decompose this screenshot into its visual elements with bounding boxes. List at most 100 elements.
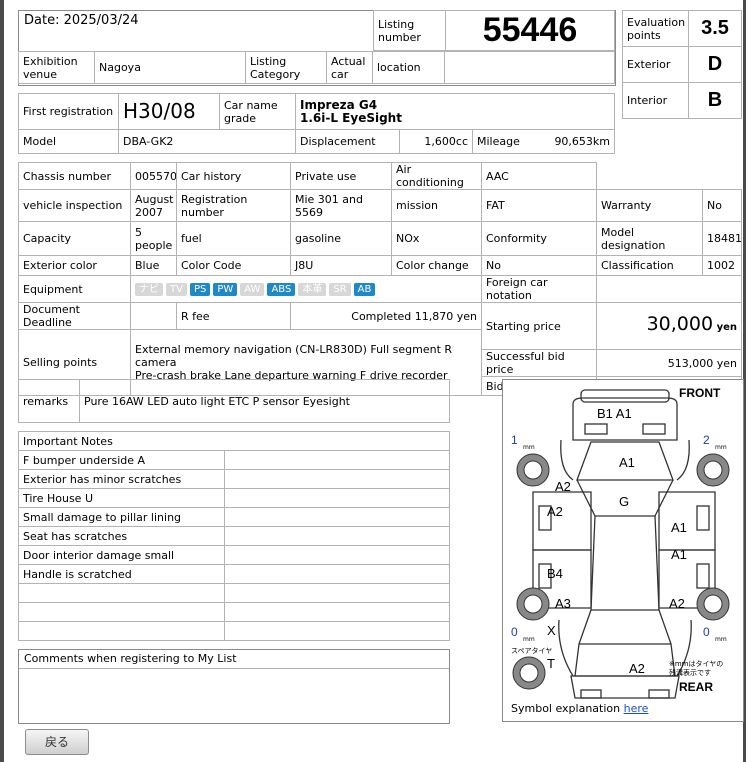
foreign-notation-label: Foreign car notation — [481, 275, 597, 303]
tire-1-unit: mm — [523, 444, 535, 451]
remarks-table: remarks Pure 16AW LED auto light ETC P s… — [18, 379, 450, 423]
exterior-grade: D — [688, 46, 742, 83]
rear-label: REAR — [679, 680, 714, 694]
tire-3-unit: mm — [523, 636, 535, 643]
mark-a2-right-rear: A2 — [669, 596, 685, 611]
first-registration: H30/08 — [118, 93, 220, 130]
location — [444, 51, 615, 84]
equipment-tag-leather: 本革 — [298, 283, 327, 296]
exhibition-venue: Nagoya — [94, 51, 246, 84]
mark-b1a1: B1 A1 — [597, 406, 632, 421]
tire-3-depth: 0 — [511, 625, 518, 639]
equipment-tag-nav: ナビ — [135, 283, 163, 296]
exterior-color: Blue — [130, 255, 177, 276]
r-fee-label: R fee — [176, 302, 291, 330]
mileage-cell: Mileage 90,653km — [471, 129, 616, 154]
mileage: 90,653km — [554, 135, 611, 148]
inspection-line1: August — [135, 192, 174, 206]
exterior-grade-label: Exterior — [622, 46, 689, 83]
mark-g: G — [619, 494, 630, 509]
vehicle-table: First registration H30/08 Car name grade… — [18, 93, 616, 154]
remarks-label: remarks — [18, 379, 80, 423]
remarks-value: Pure 16AW LED auto light ETC P sensor Ey… — [79, 379, 450, 423]
tread-note-line1: ※mmはタイヤの — [669, 660, 724, 668]
first-registration-label: First registration — [18, 93, 119, 130]
warranty-label: Warranty — [596, 189, 703, 222]
starting-price-label: Starting price — [481, 302, 597, 350]
interior-grade: B — [688, 82, 742, 119]
listing-category-label: Listing Category — [245, 51, 327, 84]
mark-a2-rear: A2 — [629, 661, 645, 676]
car-name-line2: 1.6i-L EyeSight — [300, 110, 402, 125]
spare-tire-label: スペアタイヤ — [511, 647, 553, 655]
mark-a1-hood: A1 — [619, 455, 635, 470]
interior-grade-label: Interior — [622, 82, 689, 119]
note-extra — [224, 583, 450, 603]
comments-value[interactable] — [19, 669, 449, 675]
tire-1-depth: 1 — [511, 433, 518, 447]
details-table: Chassis number 005570 Car history Privat… — [18, 162, 742, 396]
note-item: Seat has scratches — [18, 526, 225, 546]
symbol-explanation-link[interactable]: here — [624, 702, 649, 715]
capacity-line2: people — [135, 238, 173, 252]
damage-diagram: FRONT REAR B1 A1 A1 G A2 A2 A1 A1 B4 A3 … — [502, 379, 744, 722]
registration: Mie 301 and 5569 — [290, 189, 392, 222]
car-history: Private use — [290, 162, 392, 190]
mark-a1-right-2: A1 — [671, 547, 687, 562]
air-conditioning: AAC — [481, 162, 597, 190]
foreign-notation — [596, 275, 742, 303]
listing-number: 55446 — [445, 10, 615, 51]
note-extra — [224, 450, 450, 470]
inspection-line2: 2007 — [135, 205, 163, 219]
mark-a2-left-door: A2 — [547, 504, 563, 519]
note-extra — [224, 564, 450, 584]
equipment-tag-aw: AW — [240, 283, 265, 296]
evaluation-table: Evaluation points 3.5 Exterior D Interio… — [622, 10, 742, 119]
note-extra — [224, 507, 450, 527]
note-item: F bumper underside A — [18, 450, 225, 470]
equipment-tag-ps: PS — [189, 283, 211, 296]
note-extra — [224, 621, 450, 641]
selling-points-line1: External memory navigation (CN-LR830D) F… — [135, 343, 453, 369]
starting-price: 30,000 — [646, 313, 714, 335]
color-change-label: Color change — [391, 255, 482, 276]
displacement: 1,600cc — [399, 129, 473, 154]
inspection-label: vehicle inspection — [18, 189, 131, 222]
evaluation-points-label: Evaluation points — [622, 10, 689, 47]
empty-cell — [596, 162, 742, 190]
mark-a2-left-front: A2 — [555, 479, 571, 494]
capacity: 5 people — [130, 221, 177, 256]
capacity-line1: 5 — [135, 225, 142, 239]
equipment-tag-pw: PW — [213, 283, 238, 296]
chassis: 005570 — [130, 162, 177, 190]
classification-label: Classification — [596, 255, 703, 276]
color-code: J8U — [290, 255, 392, 276]
mileage-label: Mileage — [477, 135, 520, 148]
note-item: Handle is scratched — [18, 564, 225, 584]
mission-label: mission — [391, 189, 482, 222]
symbol-explanation-text: Symbol explanation — [511, 702, 621, 715]
equipment-label: Equipment — [18, 275, 131, 303]
note-item: Exterior has minor scratches — [18, 469, 225, 489]
note-item — [18, 583, 225, 603]
r-fee: Completed 11,870 yen — [290, 302, 482, 330]
mark-x: X — [547, 623, 556, 638]
nox-label: NOx — [391, 221, 482, 256]
model-label: Model — [18, 129, 119, 154]
tire-2-unit: mm — [715, 444, 727, 451]
listing-number-label: Listing number — [373, 10, 446, 51]
note-item: Small damage to pillar lining — [18, 507, 225, 527]
important-notes-title: Important Notes — [18, 431, 450, 451]
back-button[interactable]: 戻る — [25, 729, 89, 755]
note-extra — [224, 488, 450, 508]
model: DBA-GK2 — [118, 129, 296, 154]
fuel-label: fuel — [176, 221, 291, 256]
color-code-label: Color Code — [176, 255, 291, 276]
document-deadline — [130, 302, 177, 330]
tire-4-unit: mm — [715, 636, 727, 643]
mark-a1-right-1: A1 — [671, 520, 687, 535]
note-extra — [224, 545, 450, 565]
note-item: Door interior damage small — [18, 545, 225, 565]
note-item: Tire House U — [18, 488, 225, 508]
starting-price-unit: yen — [716, 322, 737, 333]
